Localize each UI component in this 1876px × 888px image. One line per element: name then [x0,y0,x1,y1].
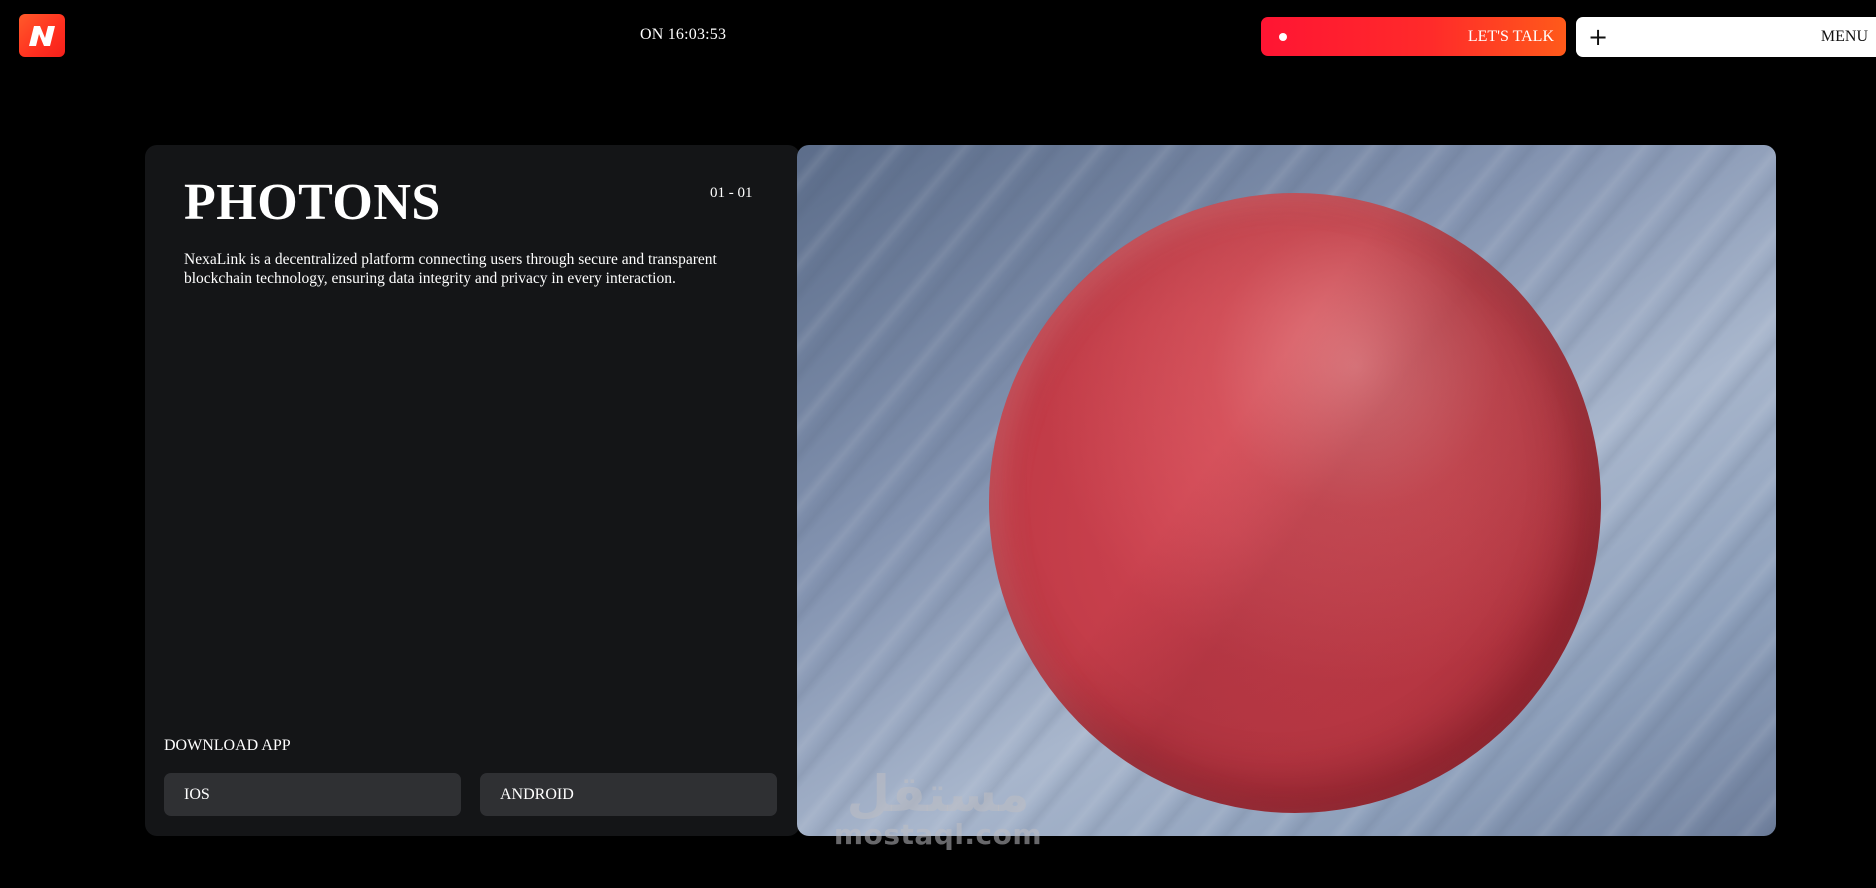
red-sphere [989,193,1601,813]
lets-talk-button[interactable]: LET'S TALK [1261,17,1566,56]
page-root: ON 16:03:53 LET'S TALK + MENU PHOTONS 01… [0,0,1876,888]
hero-image [797,145,1776,836]
watermark: مستقل mostaql.com [823,765,1053,852]
live-clock: ON 16:03:53 [640,26,727,43]
lets-talk-label: LET'S TALK [1467,27,1554,45]
info-panel: PHOTONS 01 - 01 NexaLink is a decentrali… [145,145,800,836]
sphere-shading [989,193,1601,813]
brand-logo[interactable] [19,14,65,57]
logo-n-icon [29,25,55,46]
plus-icon: + [1588,23,1609,51]
ios-download-button[interactable]: IOS [164,773,461,816]
watermark-latin: mostaql.com [833,818,1043,851]
slide-counter: 01 - 01 [710,185,753,201]
watermark-arabic: مستقل [846,765,1030,823]
menu-label: MENU [1820,28,1868,45]
menu-button[interactable]: + MENU [1576,17,1876,57]
page-title: PHOTONS [184,174,441,231]
download-app-label: DOWNLOAD APP [164,737,291,754]
description: NexaLink is a decentralized platform con… [184,251,717,287]
android-download-button[interactable]: ANDROID [480,773,777,816]
dot-icon [1279,32,1287,41]
